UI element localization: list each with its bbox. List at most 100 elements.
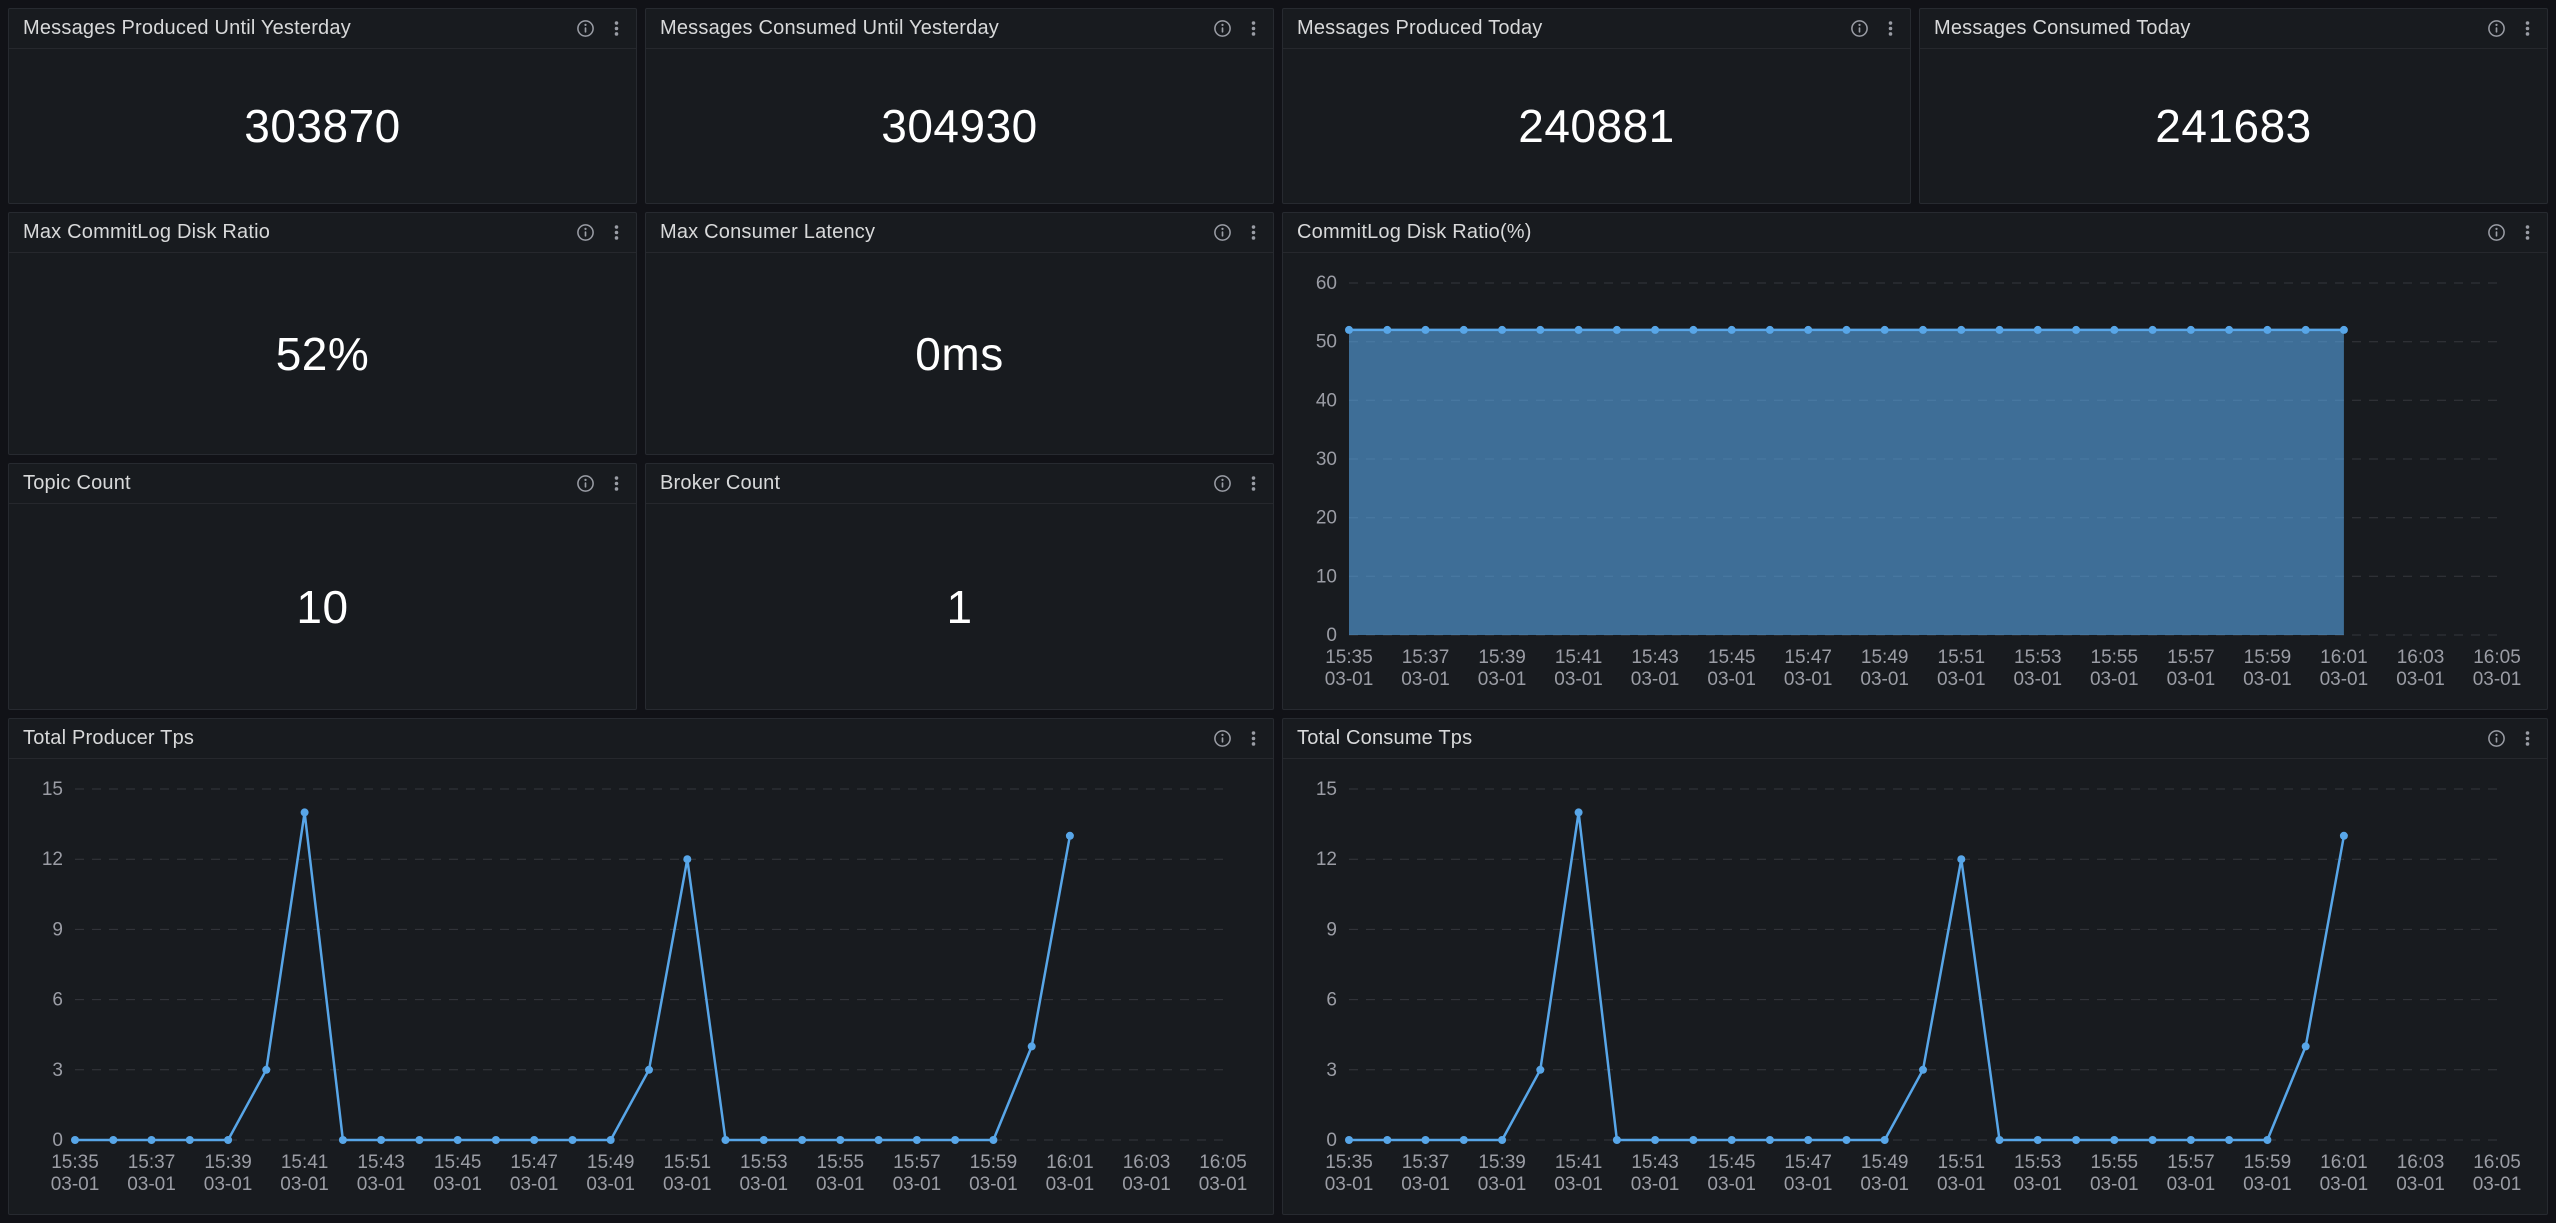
panel-menu-icon[interactable] — [607, 474, 626, 493]
panel-title[interactable]: Messages Consumed Until Yesterday — [660, 17, 999, 40]
panel-title[interactable]: Messages Produced Until Yesterday — [23, 17, 351, 40]
panel-title[interactable]: Total Producer Tps — [23, 727, 194, 750]
info-icon[interactable] — [1213, 223, 1232, 242]
panel-title[interactable]: Total Consume Tps — [1297, 727, 1472, 750]
info-icon[interactable] — [576, 19, 595, 38]
svg-text:15:4103-01: 15:4103-01 — [280, 1152, 329, 1195]
svg-text:15:5503-01: 15:5503-01 — [816, 1152, 865, 1195]
panel-total-producer-tps: Total Producer Tps 0369121515:3503-0115:… — [8, 718, 1274, 1215]
svg-text:0: 0 — [1326, 1130, 1337, 1151]
svg-text:15:4703-01: 15:4703-01 — [1784, 1152, 1833, 1195]
panel-header-icons — [2487, 223, 2537, 242]
panel-header-icons — [2487, 729, 2537, 748]
svg-text:9: 9 — [1326, 919, 1337, 940]
panel-menu-icon[interactable] — [1244, 223, 1263, 242]
panel-total-consume-tps: Total Consume Tps 0369121515:3503-0115:3… — [1282, 718, 2548, 1215]
panel-menu-icon[interactable] — [1881, 19, 1900, 38]
svg-text:9: 9 — [52, 919, 63, 940]
stat-value: 241683 — [2155, 99, 2312, 153]
panel-menu-icon[interactable] — [2518, 223, 2537, 242]
svg-text:15:4903-01: 15:4903-01 — [586, 1152, 635, 1195]
svg-text:15:4903-01: 15:4903-01 — [1860, 647, 1909, 690]
svg-text:15:5703-01: 15:5703-01 — [893, 1152, 942, 1195]
panel-header: CommitLog Disk Ratio(%) — [1283, 213, 2547, 253]
panel-header: Messages Produced Until Yesterday — [9, 9, 636, 49]
svg-text:15:4903-01: 15:4903-01 — [1860, 1152, 1909, 1195]
svg-text:15:5103-01: 15:5103-01 — [663, 1152, 712, 1195]
panel-header: Max CommitLog Disk Ratio — [9, 213, 636, 253]
panel-menu-icon[interactable] — [1244, 19, 1263, 38]
panel-menu-icon[interactable] — [607, 19, 626, 38]
commitlog-disk-ratio-chart[interactable]: 010203040506015:3503-0115:3703-0115:3903… — [1283, 253, 2547, 709]
panel-menu-icon[interactable] — [2518, 19, 2537, 38]
panel-header: Messages Consumed Until Yesterday — [646, 9, 1273, 49]
panel-menu-icon[interactable] — [2518, 729, 2537, 748]
panel-header-icons — [1213, 729, 1263, 748]
svg-text:15:4503-01: 15:4503-01 — [1707, 647, 1756, 690]
panel-header-icons — [576, 19, 626, 38]
panel-title[interactable]: Topic Count — [23, 472, 131, 495]
panel-title[interactable]: Messages Produced Today — [1297, 17, 1543, 40]
stat-body: 0ms — [646, 253, 1273, 454]
svg-text:15:4703-01: 15:4703-01 — [1784, 647, 1833, 690]
svg-text:16:0103-01: 16:0103-01 — [2320, 647, 2369, 690]
panel-menu-icon[interactable] — [1244, 729, 1263, 748]
panel-header-icons — [1213, 223, 1263, 242]
panel-title[interactable]: Max Consumer Latency — [660, 221, 875, 244]
total-consume-tps-chart[interactable]: 0369121515:3503-0115:3703-0115:3903-0115… — [1283, 759, 2547, 1214]
panel-messages-produced-today: Messages Produced Today 240881 — [1282, 8, 1911, 204]
info-icon[interactable] — [1850, 19, 1869, 38]
svg-text:15:5303-01: 15:5303-01 — [2013, 1152, 2062, 1195]
panel-max-consumer-latency: Max Consumer Latency 0ms — [645, 212, 1274, 455]
svg-text:20: 20 — [1316, 508, 1337, 529]
svg-text:16:0503-01: 16:0503-01 — [1199, 1152, 1248, 1195]
svg-text:15:3703-01: 15:3703-01 — [127, 1152, 176, 1195]
info-icon[interactable] — [2487, 223, 2506, 242]
panel-header: Max Consumer Latency — [646, 213, 1273, 253]
panel-menu-icon[interactable] — [607, 223, 626, 242]
info-icon[interactable] — [2487, 19, 2506, 38]
svg-text:0: 0 — [52, 1130, 63, 1151]
svg-text:60: 60 — [1316, 273, 1337, 294]
panel-menu-icon[interactable] — [1244, 474, 1263, 493]
stat-value: 303870 — [244, 99, 401, 153]
svg-text:50: 50 — [1316, 332, 1337, 353]
svg-text:12: 12 — [1316, 849, 1337, 870]
svg-text:16:0503-01: 16:0503-01 — [2473, 647, 2522, 690]
svg-text:0: 0 — [1326, 625, 1337, 646]
stat-value: 1 — [946, 580, 972, 634]
stat-body: 241683 — [1920, 49, 2547, 203]
svg-text:15:5903-01: 15:5903-01 — [969, 1152, 1018, 1195]
panel-broker-count: Broker Count 1 — [645, 463, 1274, 710]
total-producer-tps-chart[interactable]: 0369121515:3503-0115:3703-0115:3903-0115… — [9, 759, 1273, 1214]
svg-text:15:5903-01: 15:5903-01 — [2243, 1152, 2292, 1195]
svg-text:15:5703-01: 15:5703-01 — [2167, 647, 2216, 690]
panel-topic-count: Topic Count 10 — [8, 463, 637, 710]
svg-text:15:5703-01: 15:5703-01 — [2167, 1152, 2216, 1195]
svg-text:15:3903-01: 15:3903-01 — [204, 1152, 253, 1195]
svg-text:3: 3 — [52, 1060, 63, 1081]
info-icon[interactable] — [576, 223, 595, 242]
panel-header-icons — [2487, 19, 2537, 38]
panel-title[interactable]: Messages Consumed Today — [1934, 17, 2191, 40]
info-icon[interactable] — [1213, 19, 1232, 38]
svg-text:15:4303-01: 15:4303-01 — [1631, 1152, 1680, 1195]
stat-body: 10 — [9, 504, 636, 709]
info-icon[interactable] — [1213, 474, 1232, 493]
panel-header-icons — [1213, 474, 1263, 493]
info-icon[interactable] — [2487, 729, 2506, 748]
info-icon[interactable] — [576, 474, 595, 493]
panel-title[interactable]: CommitLog Disk Ratio(%) — [1297, 221, 1532, 244]
panel-messages-consumed-today: Messages Consumed Today 241683 — [1919, 8, 2548, 204]
svg-text:15:5303-01: 15:5303-01 — [2013, 647, 2062, 690]
info-icon[interactable] — [1213, 729, 1232, 748]
svg-text:12: 12 — [42, 849, 63, 870]
panel-title[interactable]: Max CommitLog Disk Ratio — [23, 221, 270, 244]
panel-title[interactable]: Broker Count — [660, 472, 780, 495]
svg-text:15: 15 — [1316, 779, 1337, 800]
stat-value: 240881 — [1518, 99, 1675, 153]
panel-header-icons — [1213, 19, 1263, 38]
svg-text:15: 15 — [42, 779, 63, 800]
stat-body: 240881 — [1283, 49, 1910, 203]
stat-value: 0ms — [915, 327, 1003, 381]
